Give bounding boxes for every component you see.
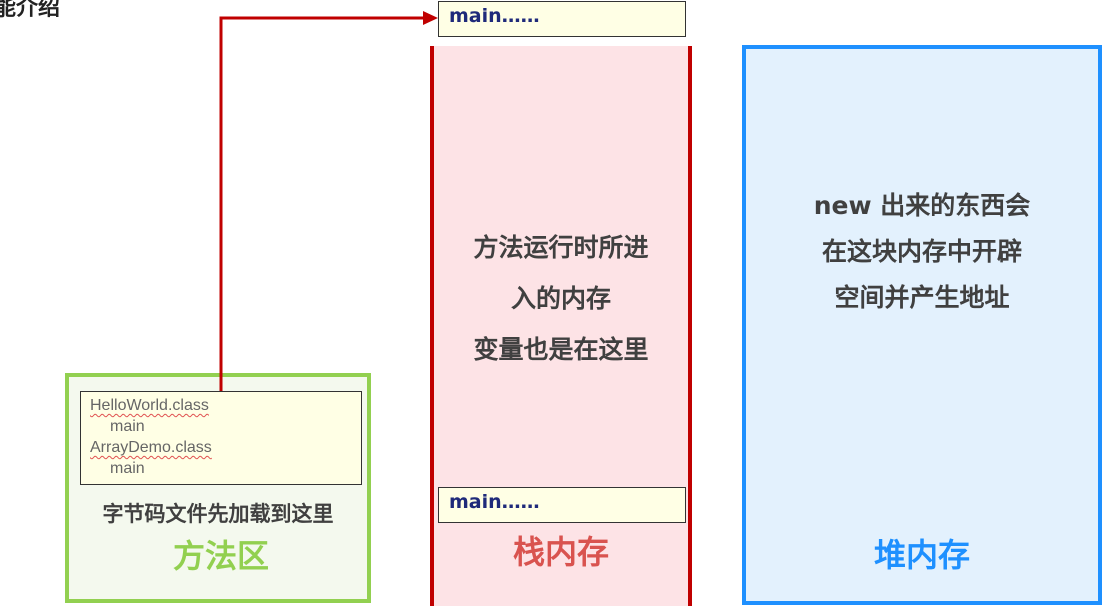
arrow-line xyxy=(219,16,424,391)
arrow-head-icon xyxy=(423,11,438,25)
load-arrow xyxy=(219,11,438,391)
